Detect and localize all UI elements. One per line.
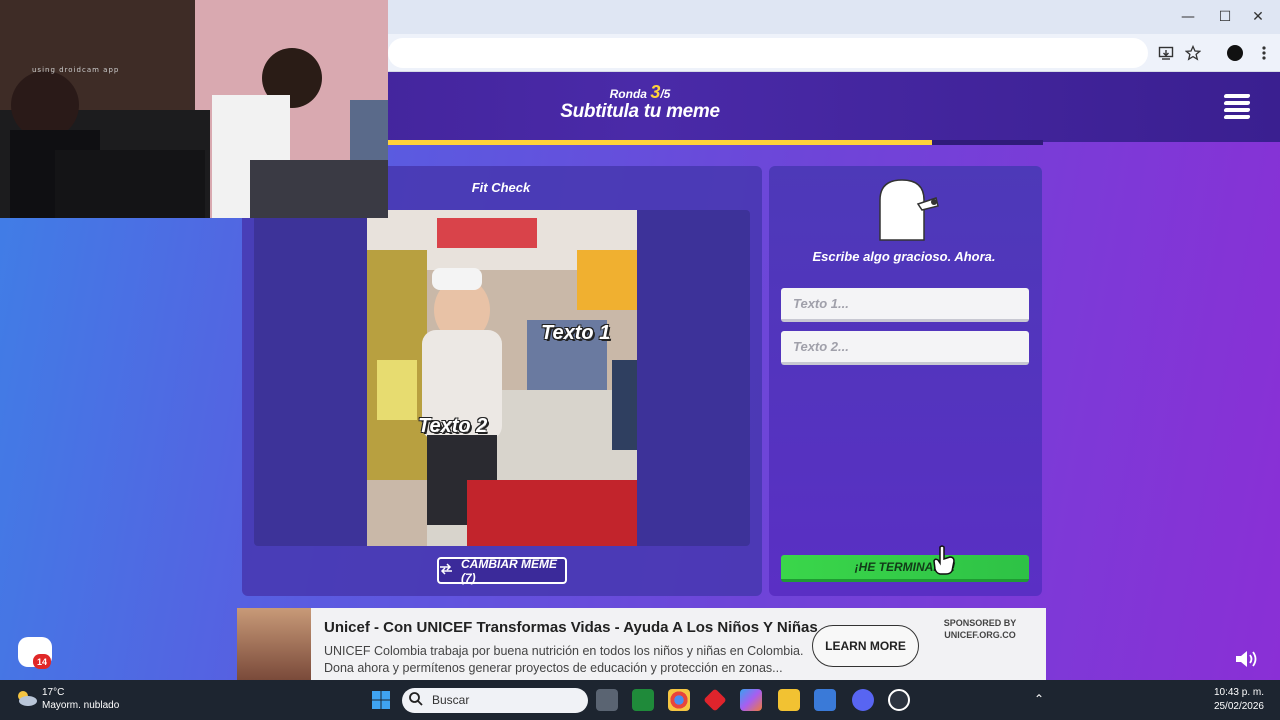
weather-cloud-icon[interactable]	[14, 688, 38, 708]
round-progress-fill	[388, 140, 932, 145]
microsoft-store-icon[interactable]	[814, 689, 836, 711]
webcam-note: using droidcam app	[32, 66, 120, 74]
taskbar-date[interactable]: 25/02/2026	[1198, 701, 1264, 712]
ad-title[interactable]: Unicef - Con UNICEF Transformas Vidas - …	[324, 619, 818, 636]
meme-caption-1[interactable]: Texto 1	[541, 322, 610, 345]
round-indicator: Ronda 3/5	[570, 82, 710, 103]
copilot-icon[interactable]	[740, 689, 762, 711]
weather-description[interactable]: Mayorm. nublado	[42, 700, 119, 711]
file-explorer-icon[interactable]	[778, 689, 800, 711]
ad-body: UNICEF Colombia trabaja por buena nutric…	[324, 644, 804, 675]
meme-caption-2[interactable]: Texto 2	[418, 415, 487, 438]
webcam-overlay: using droidcam app	[0, 0, 388, 218]
search-icon	[408, 691, 426, 709]
tray-chevron-up-icon[interactable]: ⌃	[1034, 692, 1044, 706]
taskbar-time[interactable]: 10:43 p. m.	[1198, 687, 1264, 698]
speaker-icon[interactable]	[1234, 648, 1258, 670]
windows-start-icon[interactable]	[370, 689, 392, 711]
ad-sponsor-line2: UNICEF.ORG.CO	[944, 630, 1016, 640]
round-progress-bar	[388, 140, 1043, 145]
address-bar[interactable]	[388, 38, 1148, 68]
discord-icon[interactable]	[852, 689, 874, 711]
app-timer-icon[interactable]	[888, 689, 910, 711]
ad-sponsor-line1: SPONSORED BY	[943, 618, 1017, 628]
install-app-icon[interactable]	[1155, 42, 1177, 64]
caption-prompt: Escribe algo gracioso. Ahora.	[812, 249, 996, 264]
round-current: 3	[650, 82, 661, 102]
round-prefix: Ronda	[609, 87, 647, 101]
meme-image	[367, 210, 637, 546]
task-view-icon[interactable]	[596, 689, 618, 711]
hand-cursor-icon	[932, 545, 956, 575]
weather-temperature[interactable]: 17°C	[42, 687, 64, 698]
taskbar-search-placeholder: Buscar	[432, 693, 470, 707]
done-button[interactable]: ¡HE TERMINADO!	[781, 555, 1029, 582]
close-window-button[interactable]: ✕	[1238, 6, 1278, 28]
taskbar-search-input[interactable]	[402, 688, 588, 713]
caption-input-1[interactable]	[781, 288, 1029, 322]
round-total: /5	[660, 87, 671, 101]
ghost-writer-icon	[872, 178, 942, 242]
ad-image[interactable]	[237, 608, 311, 680]
xbox-icon[interactable]	[632, 689, 654, 711]
chat-count-badge: 14	[33, 654, 51, 669]
shuffle-icon	[439, 563, 453, 578]
browser-menu-icon[interactable]	[1253, 42, 1275, 64]
bookmark-star-icon[interactable]	[1182, 42, 1204, 64]
learn-more-button[interactable]: LEARN MORE	[812, 625, 919, 667]
ad-sponsor: SPONSORED BY UNICEF.ORG.CO	[930, 617, 1030, 641]
page-title: Subtitula tu meme	[560, 101, 720, 122]
profile-avatar[interactable]	[1224, 42, 1246, 64]
hamburger-menu-icon[interactable]	[1223, 94, 1251, 120]
change-meme-button[interactable]: CAMBIAR MEME (7)	[437, 556, 567, 585]
chrome-icon[interactable]	[668, 689, 690, 711]
change-meme-label: CAMBIAR MEME (7)	[461, 556, 557, 585]
minimize-button[interactable]: —	[1168, 6, 1208, 28]
caption-input-2[interactable]	[781, 331, 1029, 365]
meme-title: Fit Check	[471, 180, 531, 195]
